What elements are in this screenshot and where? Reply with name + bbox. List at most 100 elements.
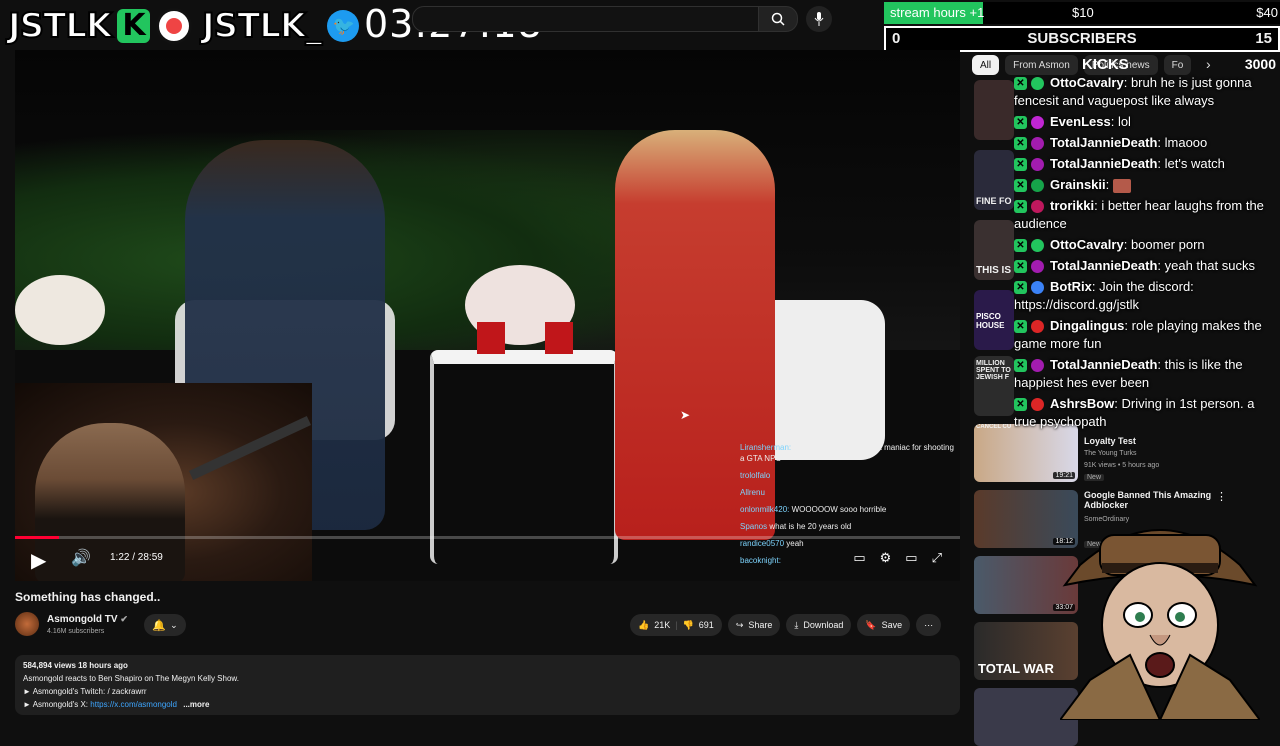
channel-name-text: Asmongold TV <box>47 614 118 625</box>
jstlk-twitter-logo: JSTLK_ 🐦 <box>201 5 360 47</box>
chip-from-asmon[interactable]: From Asmon <box>1005 55 1078 75</box>
chat-username[interactable]: Dingalingus <box>1050 318 1124 333</box>
like-dislike-button[interactable]: 👍 21K | 👎 691 <box>630 614 722 636</box>
chat-message: ✕ TotalJannieDeath: lmaooo <box>1014 134 1280 152</box>
side-table <box>430 350 618 564</box>
voice-search-button[interactable] <box>806 6 832 32</box>
chat-username[interactable]: OttoCavalry <box>1050 75 1124 90</box>
channel-avatar[interactable] <box>15 612 39 636</box>
search-input[interactable] <box>412 6 760 32</box>
channel-subscribers: 4.16M subscribers <box>47 628 105 635</box>
chat-message: ✕ AshrsBow: Driving in 1st person. a true… <box>1014 396 1255 429</box>
rec-meta: 91K views • 5 hours ago <box>1084 462 1160 469</box>
channel-name[interactable]: Asmongold TV ✔ <box>47 614 128 625</box>
kick-badge-icon: ✕ <box>1014 398 1027 412</box>
settings-icon[interactable]: ⚙ <box>880 550 892 566</box>
theater-icon[interactable]: ▭ <box>905 550 917 566</box>
desc-x-link[interactable]: https://x.com/asmongold <box>90 700 177 709</box>
user-badge-icon <box>1031 359 1044 373</box>
rec-thumb-0[interactable] <box>974 80 1014 140</box>
desc-more[interactable]: ...more <box>183 700 209 709</box>
chat-username[interactable]: TotalJannieDeath <box>1050 357 1157 372</box>
volume-icon[interactable]: 🔊 <box>71 548 91 568</box>
more-actions-button[interactable]: ⋯ <box>916 614 942 636</box>
kick-badge-icon: ✕ <box>1014 320 1027 334</box>
chat-text: yeah that sucks <box>1164 258 1255 273</box>
mic-arm <box>188 415 312 481</box>
download-label: Download <box>803 620 844 630</box>
user-badge-icon <box>1031 158 1044 172</box>
bell-icon: 🔔 <box>152 619 167 632</box>
save-button[interactable]: 🔖 Save <box>857 614 911 636</box>
thumb-text: MILLION SPENT TO JEWISH F <box>976 360 1011 381</box>
chat-username[interactable]: trorikki <box>1050 198 1094 213</box>
chat-username[interactable]: TotalJannieDeath <box>1050 135 1157 150</box>
subscribers-goal: 0 SUBSCRIBERS 15 <box>884 26 1280 52</box>
kick-badge-icon: ✕ <box>1014 77 1027 91</box>
kick-badge-icon: ✕ <box>1014 158 1027 172</box>
kicks-goal-value: 3000 <box>1244 56 1276 72</box>
cup-right <box>545 322 573 354</box>
fullscreen-icon[interactable]: ⤢ <box>932 550 942 566</box>
chip-more[interactable]: Fo <box>1163 55 1192 75</box>
chat-text: boomer porn <box>1130 237 1205 252</box>
cup-left <box>477 322 505 354</box>
notification-bell-button[interactable]: 🔔 ⌄ <box>144 614 186 636</box>
desc-summary: Asmongold reacts to Ben Shapiro on The M… <box>23 674 239 683</box>
video-chat-user: trololfalo <box>740 471 771 480</box>
kick-k-badge: K <box>117 9 150 43</box>
desc-twitch: ► Asmongold's Twitch: / zackrawrr <box>23 687 147 696</box>
chevron-right-icon[interactable]: › <box>1206 56 1211 72</box>
like-count: 21K <box>654 620 671 630</box>
verified-icon: ✔ <box>120 614 128 624</box>
play-icon[interactable]: ▶ <box>31 548 46 573</box>
kick-badge-icon: ✕ <box>1014 179 1027 193</box>
video-chat-line: Liransherman: Why is he laughing like a … <box>740 442 960 464</box>
share-button[interactable]: ↪ Share <box>727 614 781 636</box>
rec-thumb-3[interactable]: PISCO HOUSE <box>974 290 1014 350</box>
chip-all[interactable]: All <box>972 55 1000 75</box>
subtitles-icon[interactable]: ▭ <box>853 550 865 566</box>
rec-menu-icon[interactable]: ⋮ <box>1216 490 1227 503</box>
user-badge-icon <box>1031 260 1044 274</box>
user-badge-icon <box>1031 398 1044 412</box>
rec-thumb-2[interactable]: THIS IS <box>974 220 1014 280</box>
subs-label: SUBSCRIBERS <box>1027 30 1137 47</box>
chat-message: ✕ Grainskii: <box>1014 176 1280 194</box>
rec-thumb-4[interactable]: MILLION SPENT TO JEWISH F <box>974 356 1014 416</box>
video-chat-line: Spanos what is he 20 years old <box>740 521 960 532</box>
chat-username[interactable]: EvenLess <box>1050 114 1111 129</box>
video-player[interactable]: ➤ Liransherman: Why is he laughing like … <box>15 50 960 581</box>
thumbs-down-icon: 👎 <box>682 619 694 630</box>
logo-text-2: JSTLK_ <box>201 5 323 47</box>
microphone-icon <box>814 12 824 26</box>
subs-goal: 15 <box>1255 30 1272 47</box>
player-controls: ▶ 🔊 1:22 / 28:59 ▭ ⚙ ▭ ⤢ <box>15 536 960 581</box>
video-description[interactable]: 584,894 views 18 hours ago Asmongold rea… <box>15 655 960 715</box>
user-badge-icon <box>1031 281 1044 295</box>
rec-thumb-1[interactable]: FINE FO <box>974 150 1014 210</box>
progress-bar[interactable] <box>15 536 960 539</box>
user-badge-icon <box>1031 200 1044 214</box>
chat-username[interactable]: TotalJannieDeath <box>1050 258 1157 273</box>
chat-username[interactable]: BotRix <box>1050 279 1092 294</box>
video-chat-text: what is he 20 years old <box>769 522 852 531</box>
chat-username[interactable]: TotalJannieDeath <box>1050 156 1157 171</box>
video-chat-line: onlonmilk420: WOOOOOW sooo horrible <box>740 504 960 515</box>
chat-username[interactable]: AshrsBow <box>1050 396 1114 411</box>
kick-badge-icon: ✕ <box>1014 260 1027 274</box>
chat-message: ✕ Dingalingus: role playing makes the gam… <box>1014 318 1262 351</box>
download-button[interactable]: ⤓ Download <box>786 614 852 636</box>
chat-username[interactable]: OttoCavalry <box>1050 237 1124 252</box>
rec-duration: 19:21 <box>1053 472 1075 479</box>
save-label: Save <box>881 620 903 630</box>
thumb-text: FINE FO <box>976 196 1012 206</box>
user-badge-icon <box>1031 77 1044 91</box>
chat-username[interactable]: Grainskii <box>1050 177 1106 192</box>
search-button[interactable] <box>758 6 798 32</box>
user-badge-icon <box>1031 320 1044 334</box>
price-10: $10 <box>1072 5 1094 20</box>
flowers-left <box>15 275 105 345</box>
jstlk-kick-logo: JSTLK K <box>7 5 192 47</box>
video-chat-line: Allrenu <box>740 487 960 498</box>
